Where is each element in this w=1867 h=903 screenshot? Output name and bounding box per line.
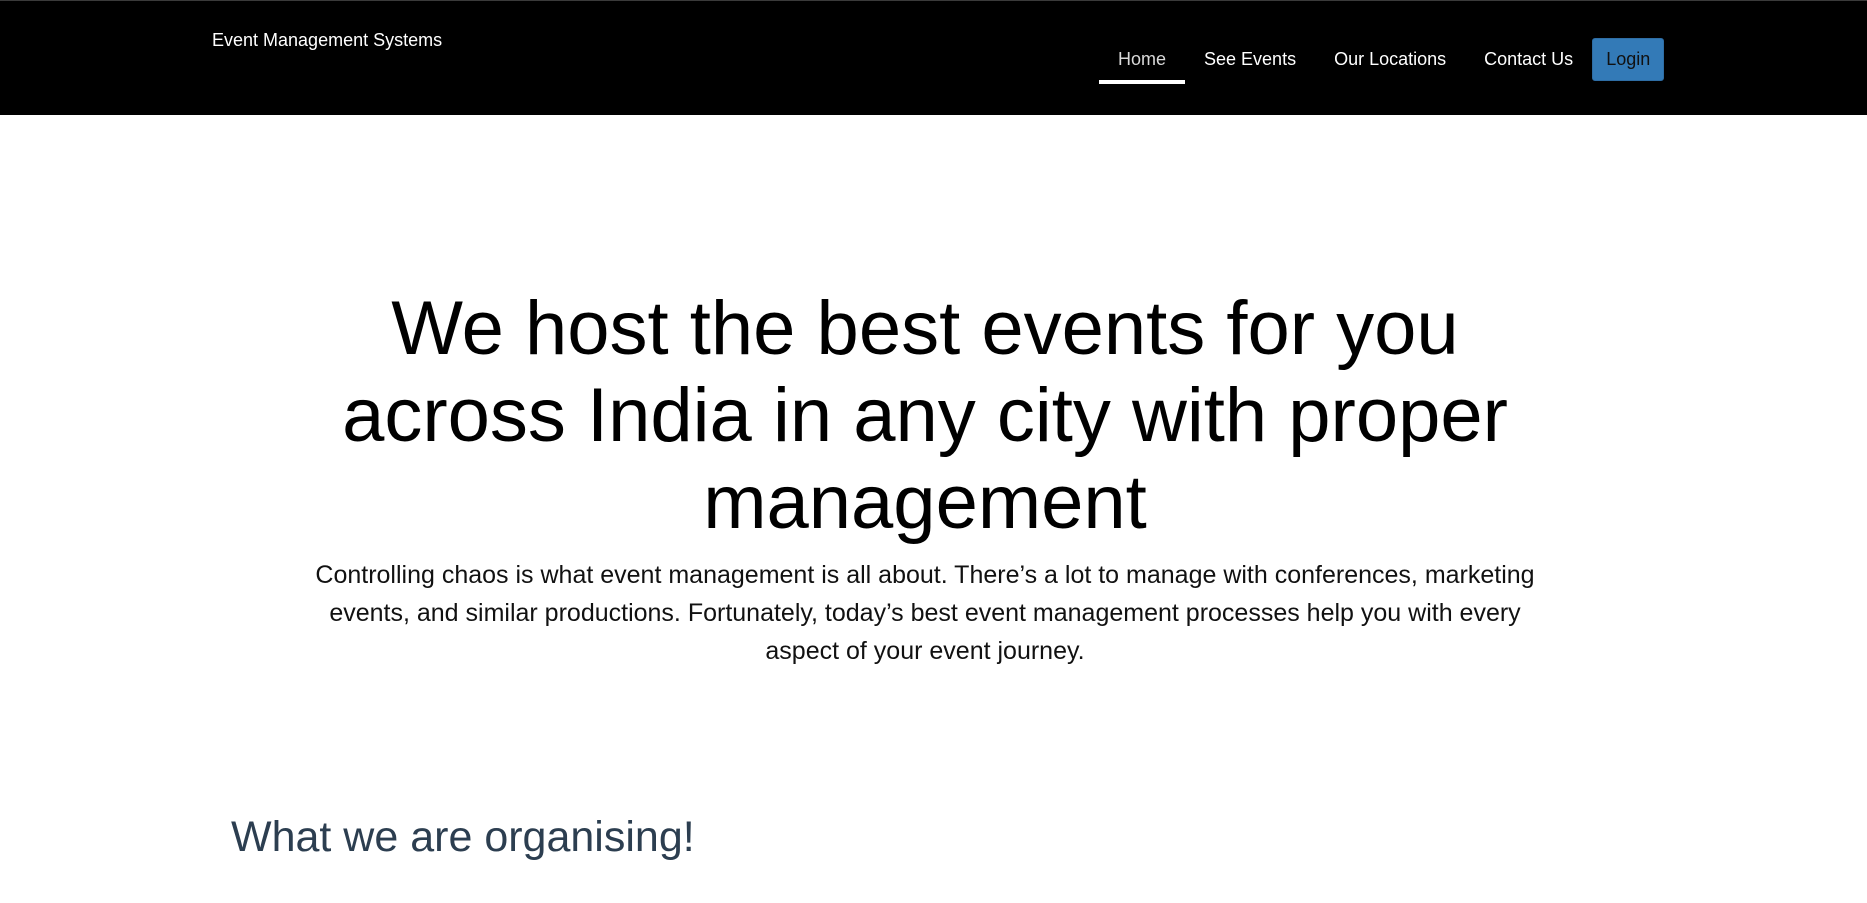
nav-item-our-locations[interactable]: Our Locations (1315, 38, 1465, 81)
top-navbar: Event Management Systems Home See Events… (0, 0, 1867, 115)
nav-item-see-events[interactable]: See Events (1185, 38, 1315, 81)
main-nav: Home See Events Our Locations Contact Us… (1099, 38, 1665, 84)
organising-section-title: What we are organising! (231, 813, 695, 861)
hero-description: Controlling chaos is what event manageme… (315, 561, 1535, 665)
login-button[interactable]: Login (1592, 38, 1665, 81)
hero-title: We host the best events for you across I… (342, 286, 1508, 545)
nav-item-contact-us[interactable]: Contact Us (1465, 38, 1592, 81)
nav-item-home[interactable]: Home (1099, 38, 1186, 84)
brand-link[interactable]: Event Management Systems (212, 29, 442, 51)
hero-section: We host the best events for you across I… (250, 285, 1600, 670)
